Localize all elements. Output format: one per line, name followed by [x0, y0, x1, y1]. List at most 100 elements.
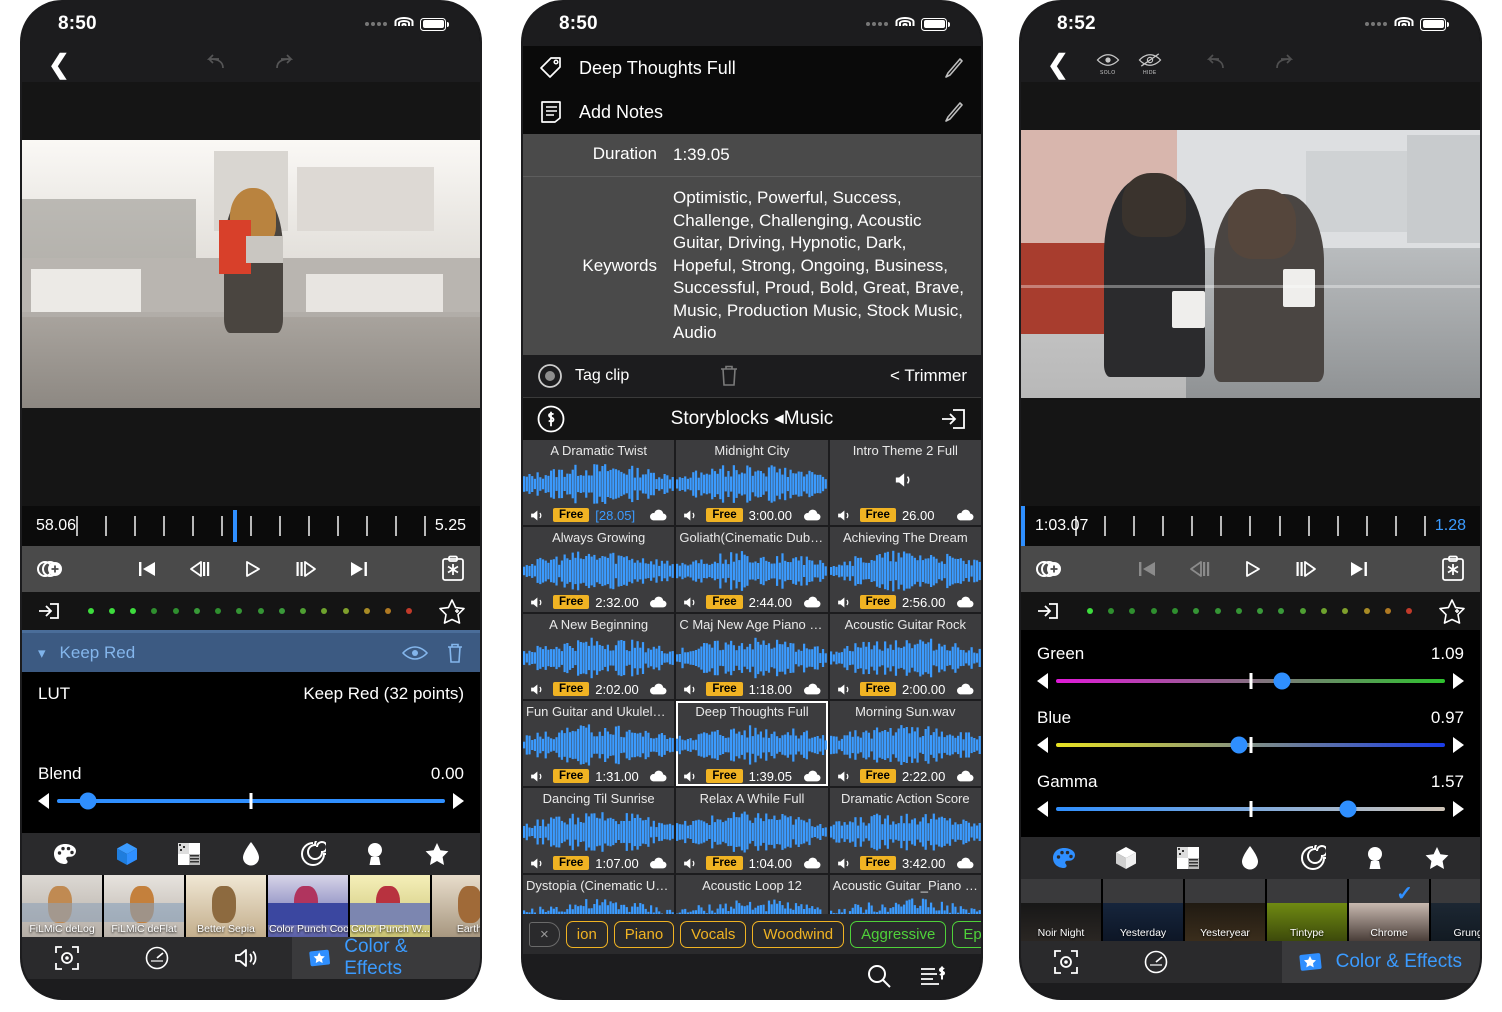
- speaker-icon[interactable]: [682, 595, 700, 610]
- cloud-download-icon[interactable]: [955, 683, 975, 696]
- cloud-download-icon[interactable]: [648, 857, 668, 870]
- blend-slider[interactable]: [38, 788, 464, 814]
- music-track-cell[interactable]: Dancing Til Sunrise Free 1:07.00: [523, 787, 675, 873]
- import-icon[interactable]: [36, 600, 62, 622]
- redo-icon[interactable]: [271, 53, 301, 75]
- step-back-icon[interactable]: [188, 559, 212, 579]
- music-track-cell[interactable]: Dramatic Action Score Free 3:42.00: [829, 787, 981, 873]
- eye-solo-icon[interactable]: SOLO: [1093, 53, 1123, 76]
- tag-chip[interactable]: Vocals: [680, 920, 747, 948]
- droplet-icon[interactable]: [1235, 843, 1265, 873]
- step-back-icon[interactable]: [1188, 559, 1212, 579]
- music-track-cell[interactable]: Always Growing Free 2:32.00: [523, 526, 675, 612]
- timeline-ruler-1[interactable]: 58.06 5.25: [22, 506, 480, 546]
- cloud-download-icon[interactable]: [648, 683, 668, 696]
- keyframe-dots[interactable]: [62, 608, 438, 614]
- slider-decrement-icon[interactable]: [1037, 801, 1048, 817]
- video-preview-3[interactable]: [1021, 82, 1480, 506]
- tag-chip[interactable]: Piano: [613, 920, 675, 948]
- spiral-icon[interactable]: [1298, 843, 1328, 873]
- tag-chip-row[interactable]: ×ionPianoVocalsWoodwindAggressiveEpic & …: [523, 914, 981, 954]
- lut-thumbnail[interactable]: FiLMiC deFlat: [104, 875, 184, 937]
- tag-chip[interactable]: Woodwind: [752, 920, 845, 948]
- music-track-cell[interactable]: Midnight City Free 3:00.00: [676, 439, 828, 525]
- layers-add-icon[interactable]: [1035, 558, 1065, 580]
- snapshot-clipboard-icon[interactable]: [440, 555, 466, 583]
- speaker-icon[interactable]: [836, 769, 854, 784]
- cloud-download-icon[interactable]: [802, 770, 822, 783]
- storyblocks-logo-icon[interactable]: [537, 405, 565, 433]
- trash-icon[interactable]: [446, 642, 464, 664]
- cloud-download-icon[interactable]: [955, 857, 975, 870]
- speed-icon[interactable]: [112, 945, 202, 971]
- clear-tags-button[interactable]: ×: [529, 921, 560, 947]
- play-icon[interactable]: [242, 559, 264, 579]
- chevron-down-icon[interactable]: ▾: [38, 644, 46, 662]
- preset-thumbnail[interactable]: Grunge: [1431, 879, 1480, 941]
- checker-icon[interactable]: [1173, 843, 1203, 873]
- speaker-icon[interactable]: [202, 946, 292, 970]
- slider-increment-icon[interactable]: [1453, 801, 1464, 817]
- pencil-icon[interactable]: [941, 56, 965, 80]
- effect-header-keep-red[interactable]: ▾ Keep Red: [22, 630, 480, 672]
- palette-icon[interactable]: [1049, 843, 1079, 873]
- video-preview-1[interactable]: [22, 82, 480, 506]
- timeline-ruler-3[interactable]: 1:03.07 1.28: [1021, 506, 1480, 546]
- undo-icon[interactable]: [1201, 53, 1231, 75]
- keyhole-icon[interactable]: [360, 839, 390, 869]
- cloud-download-icon[interactable]: [955, 596, 975, 609]
- play-icon[interactable]: [1242, 559, 1264, 579]
- slider-decrement-icon[interactable]: [1037, 737, 1048, 753]
- music-track-cell[interactable]: Relax A While Full Free 1:04.00: [676, 787, 828, 873]
- redo-icon[interactable]: [1271, 53, 1301, 75]
- speaker-icon[interactable]: [836, 508, 854, 523]
- trimmer-button[interactable]: < Trimmer: [890, 366, 967, 386]
- cloud-download-icon[interactable]: [955, 770, 975, 783]
- music-track-cell[interactable]: C Maj New Age Piano Fre... Free 1:18.00: [676, 613, 828, 699]
- lut-thumbnail[interactable]: Better Sepia: [186, 875, 266, 937]
- lut-thumbnail[interactable]: Earthy: [432, 875, 480, 937]
- speaker-icon[interactable]: [836, 682, 854, 697]
- tag-chip[interactable]: ion: [565, 920, 608, 948]
- droplet-icon[interactable]: [236, 839, 266, 869]
- chevron-left-icon[interactable]: ❮: [48, 51, 70, 77]
- layers-add-icon[interactable]: [36, 558, 66, 580]
- skip-to-start-icon[interactable]: [136, 559, 158, 579]
- search-icon[interactable]: [865, 962, 893, 990]
- eye-hide-icon[interactable]: HIDE: [1135, 52, 1165, 76]
- speaker-icon[interactable]: [682, 856, 700, 871]
- speaker-icon[interactable]: [682, 769, 700, 784]
- speaker-icon[interactable]: [529, 682, 547, 697]
- cloud-download-icon[interactable]: [802, 509, 822, 522]
- speaker-icon[interactable]: [529, 769, 547, 784]
- speed-icon[interactable]: [1111, 949, 1201, 975]
- preset-thumbnail[interactable]: Tintype: [1267, 879, 1347, 941]
- music-track-cell[interactable]: A Dramatic Twist Free [28.05]: [523, 439, 675, 525]
- snapshot-clipboard-icon[interactable]: [1440, 555, 1466, 583]
- clip-title-row[interactable]: Deep Thoughts Full: [523, 46, 981, 90]
- music-track-cell[interactable]: Fun Guitar and Ukulele Full Free 1:31.00: [523, 700, 675, 786]
- chevron-left-icon[interactable]: ❮: [1047, 51, 1069, 77]
- reframe-icon[interactable]: [22, 945, 112, 971]
- lut-thumbnail[interactable]: Color Punch W...: [350, 875, 430, 937]
- cloud-download-icon[interactable]: [802, 596, 822, 609]
- color-effects-tab[interactable]: Color & Effects: [1281, 941, 1480, 983]
- music-track-cell[interactable]: Acoustic Guitar Rock Free 2:00.00: [829, 613, 981, 699]
- slider-increment-icon[interactable]: [1453, 673, 1464, 689]
- preset-thumbnail[interactable]: ✓ Chrome: [1349, 879, 1429, 941]
- cloud-download-icon[interactable]: [648, 509, 668, 522]
- storyblocks-sort-icon[interactable]: [919, 963, 949, 989]
- slider-decrement-icon[interactable]: [38, 793, 49, 809]
- cloud-download-icon[interactable]: [802, 683, 822, 696]
- checker-icon[interactable]: [174, 839, 204, 869]
- cloud-download-icon[interactable]: [648, 770, 668, 783]
- eye-icon[interactable]: [402, 645, 428, 661]
- lut-thumbnail-strip-1[interactable]: FiLMiC deLog FiLMiC deFlat Better Sepia …: [22, 875, 480, 937]
- skip-to-start-icon[interactable]: [1136, 559, 1158, 579]
- music-track-cell[interactable]: Morning Sun.wav Free 2:22.00: [829, 700, 981, 786]
- palette-icon[interactable]: [50, 839, 80, 869]
- slider-decrement-icon[interactable]: [1037, 673, 1048, 689]
- cube-icon[interactable]: [1111, 843, 1141, 873]
- music-track-cell[interactable]: Goliath(Cinematic Dubst... Free 2:44.00: [676, 526, 828, 612]
- speaker-icon[interactable]: [682, 682, 700, 697]
